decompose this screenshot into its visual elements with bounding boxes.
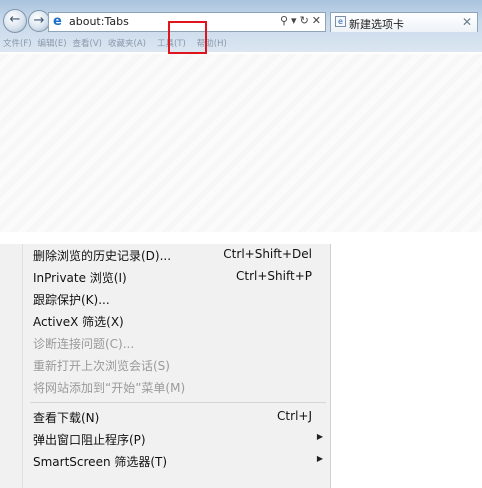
- menu-item-delete-history[interactable]: 删除浏览的历史记录(D)... Ctrl+Shift+Del: [0, 244, 330, 266]
- menu-item-shortcut: Ctrl+Shift+Del: [223, 247, 312, 261]
- menu-item-add-site-to-start: 将网站添加到“开始”菜单(M): [0, 376, 330, 398]
- menu-item-popup-blocker[interactable]: 弹出窗口阻止程序(P) ▶: [0, 428, 330, 450]
- menu-item-label: 诊断连接问题(C)...: [33, 337, 135, 351]
- menu-item-shortcut: Ctrl+Shift+P: [236, 269, 312, 283]
- menu-file[interactable]: 文件(F): [0, 36, 35, 52]
- menu-item-label: 跟踪保护(K)...: [33, 293, 110, 307]
- address-tools: ⚲ ▾ ↻ ✕: [280, 14, 321, 27]
- menu-edit[interactable]: 编辑(E): [35, 36, 70, 52]
- menu-item-label: SmartScreen 筛选器(T): [33, 455, 168, 469]
- page-content-area: [0, 54, 482, 232]
- menu-item-label: InPrivate 浏览(I): [33, 271, 127, 285]
- menu-view[interactable]: 查看(V): [70, 36, 105, 52]
- dropdown-arrow-icon[interactable]: ▾: [291, 14, 297, 27]
- menu-item-reopen-session: 重新打开上次浏览会话(S): [0, 354, 330, 376]
- menu-favorites[interactable]: 收藏夹(A): [105, 36, 149, 52]
- tab-new-tab[interactable]: e 新建选项卡 ✕: [330, 12, 478, 32]
- tab-label: 新建选项卡: [349, 18, 404, 31]
- forward-button[interactable]: →: [28, 10, 50, 32]
- menu-item-smartscreen-filter[interactable]: SmartScreen 筛选器(T) ▶: [0, 450, 330, 472]
- new-tab-page-icon: e: [335, 16, 346, 27]
- menu-item-diagnose-connection: 诊断连接问题(C)...: [0, 332, 330, 354]
- menu-item-inprivate[interactable]: InPrivate 浏览(I) Ctrl+Shift+P: [0, 266, 330, 288]
- browser-chrome: ← → e about:Tabs ⚲ ▾ ↻ ✕ e 新建选项卡 ✕ 文件(F)…: [0, 0, 482, 52]
- menu-item-view-downloads[interactable]: 查看下载(N) Ctrl+J: [0, 406, 330, 428]
- refresh-icon[interactable]: ↻: [300, 14, 309, 27]
- submenu-arrow-icon: ▶: [316, 432, 323, 441]
- stop-icon[interactable]: ✕: [312, 14, 321, 27]
- submenu-arrow-icon: ▶: [316, 454, 323, 463]
- menu-item-shortcut: Ctrl+J: [277, 409, 312, 423]
- back-button[interactable]: ←: [3, 9, 27, 33]
- menu-item-label: 弹出窗口阻止程序(P): [33, 433, 146, 447]
- arrow-left-icon: ←: [9, 12, 21, 27]
- tools-dropdown-menu: 删除浏览的历史记录(D)... Ctrl+Shift+Del InPrivate…: [0, 244, 331, 488]
- close-tab-icon[interactable]: ✕: [462, 15, 472, 29]
- menu-bar: 文件(F) 编辑(E) 查看(V) 收藏夹(A) 工具(T) 帮助(H): [0, 36, 482, 52]
- menu-item-label: 删除浏览的历史记录(D)...: [33, 249, 172, 263]
- address-url[interactable]: about:Tabs: [69, 15, 129, 28]
- menu-separator: [30, 402, 326, 403]
- menu-item-label: 将网站添加到“开始”菜单(M): [33, 381, 186, 395]
- menu-item-label: ActiveX 筛选(X): [33, 315, 124, 329]
- menu-item-label: 重新打开上次浏览会话(S): [33, 359, 170, 373]
- menu-item-label: 查看下载(N): [33, 411, 100, 425]
- arrow-right-icon: →: [33, 13, 45, 28]
- tools-highlight-box: [168, 21, 207, 54]
- menu-item-tracking-protection[interactable]: 跟踪保护(K)...: [0, 288, 330, 310]
- ie-logo-icon: e: [53, 14, 62, 29]
- search-icon[interactable]: ⚲: [280, 14, 288, 27]
- menu-item-activex-filtering[interactable]: ActiveX 筛选(X): [0, 310, 330, 332]
